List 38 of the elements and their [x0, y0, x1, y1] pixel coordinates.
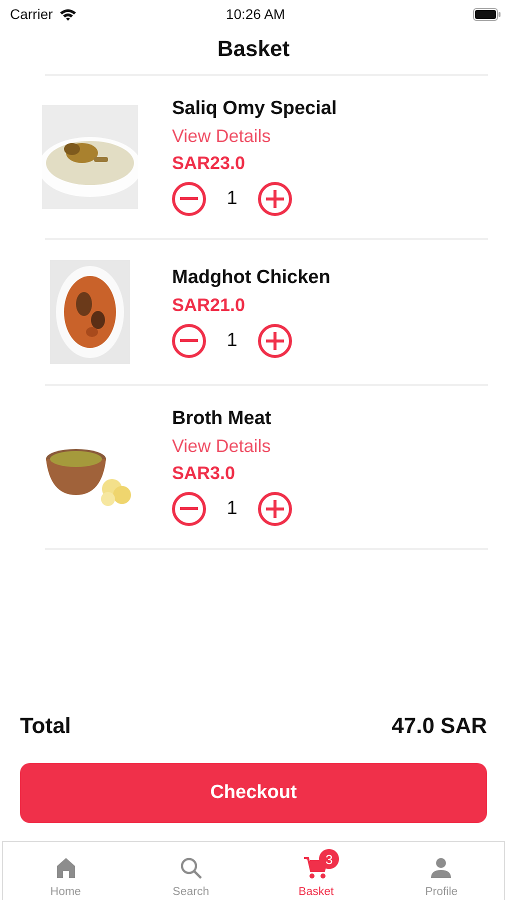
quantity: 1	[226, 330, 238, 352]
item-price: SAR21.0	[172, 294, 246, 316]
increase-button[interactable]	[258, 182, 292, 216]
person-icon	[429, 856, 454, 880]
increase-button[interactable]	[258, 324, 292, 358]
clock-time: 10:26 AM	[226, 6, 286, 22]
minus-icon	[180, 507, 198, 511]
wifi-icon	[58, 8, 77, 20]
decrease-button[interactable]	[172, 492, 206, 526]
tab-bar-item[interactable]: Profile	[378, 842, 504, 900]
search-icon	[178, 856, 203, 880]
minus-icon	[180, 338, 198, 342]
total-amount: 47.0 SAR	[392, 713, 487, 739]
quantity: 1	[226, 498, 238, 520]
count-badge: 3	[319, 849, 340, 869]
tab-bar-item[interactable]: Search	[128, 842, 254, 900]
plus-icon	[266, 500, 284, 518]
total-label: Total	[20, 713, 71, 739]
view-details-link[interactable]: View Details	[172, 436, 271, 457]
item-name: Broth Meat	[172, 408, 272, 430]
decrease-button[interactable]	[172, 324, 206, 358]
item-name: Saliq Omy Special	[172, 98, 337, 120]
tab-bar-item[interactable]: Home	[3, 842, 128, 900]
checkout-button[interactable]: Checkout	[20, 763, 487, 823]
plus-icon	[266, 332, 284, 350]
decrease-button[interactable]	[172, 182, 206, 216]
minus-icon	[180, 197, 198, 201]
item-price: SAR3.0	[172, 463, 236, 484]
item-name: Madghot Chicken	[172, 266, 330, 288]
tab-bar-item[interactable]: 3 Basket	[254, 842, 379, 900]
quantity: 1	[226, 188, 238, 210]
plus-icon	[266, 190, 284, 208]
increase-button[interactable]	[258, 492, 292, 526]
view-details-link[interactable]: View Details	[172, 126, 271, 147]
battery-icon	[473, 8, 501, 20]
item-price: SAR23.0	[172, 153, 246, 174]
carrier-label: Carrier	[10, 6, 53, 22]
screen-title: Basket	[216, 35, 291, 63]
